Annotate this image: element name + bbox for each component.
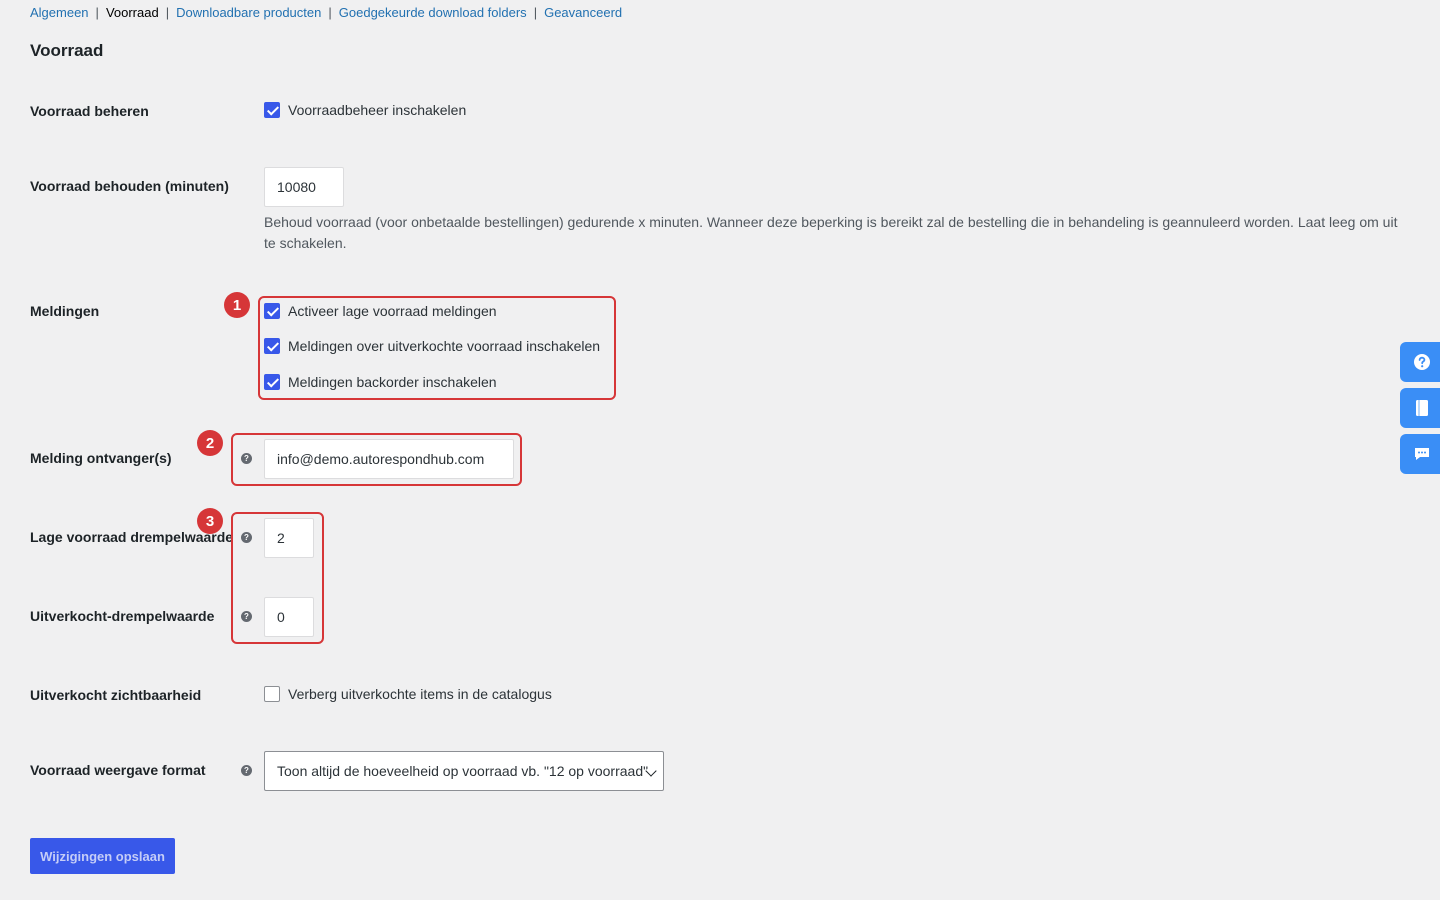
low-stock-threshold-input[interactable]: 2	[264, 518, 314, 558]
subnav-separator: |	[328, 5, 332, 20]
help-icon[interactable]: ?	[241, 532, 252, 543]
low-stock-notification-checkbox[interactable]	[264, 303, 280, 319]
annotation-badge-1: 1	[224, 292, 250, 318]
annotation-badge-3: 3	[197, 508, 223, 534]
hold-stock-input[interactable]: 10080	[264, 167, 344, 207]
help-side-button[interactable]	[1400, 342, 1440, 382]
subnav-separator: |	[165, 5, 170, 20]
hold-stock-label: Voorraad behouden (minuten)	[30, 178, 229, 194]
docs-side-button[interactable]	[1400, 388, 1440, 428]
out-of-stock-notification-label: Meldingen over uitverkochte voorraad ins…	[288, 338, 601, 354]
stock-display-format-label: Voorraad weergave format	[30, 762, 206, 778]
stock-display-format-value: Toon altijd de hoeveelheid op voorraad v…	[277, 763, 649, 779]
notification-recipient-label: Melding ontvanger(s)	[30, 450, 172, 466]
stock-display-format-select[interactable]: Toon altijd de hoeveelheid op voorraad v…	[264, 751, 664, 791]
manage-stock-checkbox-label: Voorraadbeheer inschakelen	[288, 102, 467, 118]
backorder-notification-checkbox[interactable]	[264, 374, 280, 390]
manage-stock-label: Voorraad beheren	[30, 103, 149, 119]
backorder-notification-option[interactable]: Meldingen backorder inschakelen	[264, 374, 497, 390]
annotation-badge-2: 2	[197, 430, 223, 456]
help-icon[interactable]: ?	[241, 453, 252, 464]
low-stock-notification-option[interactable]: Activeer lage voorraad meldingen	[264, 303, 497, 319]
low-stock-notification-label: Activeer lage voorraad meldingen	[288, 303, 497, 319]
out-of-stock-threshold-label: Uitverkocht-drempelwaarde	[30, 608, 215, 624]
out-of-stock-threshold-input[interactable]: 0	[264, 597, 314, 637]
notifications-label: Meldingen	[30, 303, 100, 319]
out-of-stock-notification-checkbox[interactable]	[264, 338, 280, 354]
book-icon	[1416, 400, 1428, 416]
save-changes-button[interactable]: Wijzigingen opslaan	[30, 838, 175, 874]
help-icon[interactable]: ?	[241, 611, 252, 622]
out-of-stock-visibility-label: Uitverkocht zichtbaarheid	[30, 687, 202, 703]
hold-stock-description: Behoud voorraad (voor onbetaalde bestell…	[264, 214, 1398, 251]
subnav-separator: |	[533, 5, 538, 20]
subnav-link-approved-download-folders[interactable]: Goedgekeurde download folders	[339, 5, 527, 20]
hide-out-of-stock-checkbox[interactable]	[264, 686, 280, 702]
subnav-current-inventory: Voorraad	[105, 5, 159, 20]
subnav-link-advanced[interactable]: Geavanceerd	[544, 5, 622, 20]
subnav-link-general[interactable]: Algemeen	[30, 5, 89, 20]
manage-stock-checkbox[interactable]	[264, 102, 280, 118]
hide-out-of-stock-option[interactable]: Verberg uitverkochte items in de catalog…	[264, 686, 552, 702]
out-of-stock-notification-option[interactable]: Meldingen over uitverkochte voorraad ins…	[264, 338, 600, 354]
backorder-notification-label: Meldingen backorder inschakelen	[288, 374, 497, 390]
chat-side-button[interactable]	[1400, 434, 1440, 474]
manage-stock-option[interactable]: Voorraadbeheer inschakelen	[264, 102, 466, 118]
notification-recipient-input[interactable]: info@demo.autorespondhub.com	[264, 439, 514, 479]
help-icon[interactable]: ?	[241, 765, 252, 776]
hide-out-of-stock-label: Verberg uitverkochte items in de catalog…	[288, 686, 552, 702]
subnav-link-downloadable-products[interactable]: Downloadbare producten	[176, 5, 321, 20]
settings-subnav: Algemeen | Voorraad | Downloadbare produ…	[30, 5, 622, 20]
subnav-separator: |	[95, 5, 99, 20]
chat-icon	[1415, 448, 1429, 460]
help-icon	[1414, 354, 1430, 370]
section-title: Voorraad	[30, 41, 104, 60]
